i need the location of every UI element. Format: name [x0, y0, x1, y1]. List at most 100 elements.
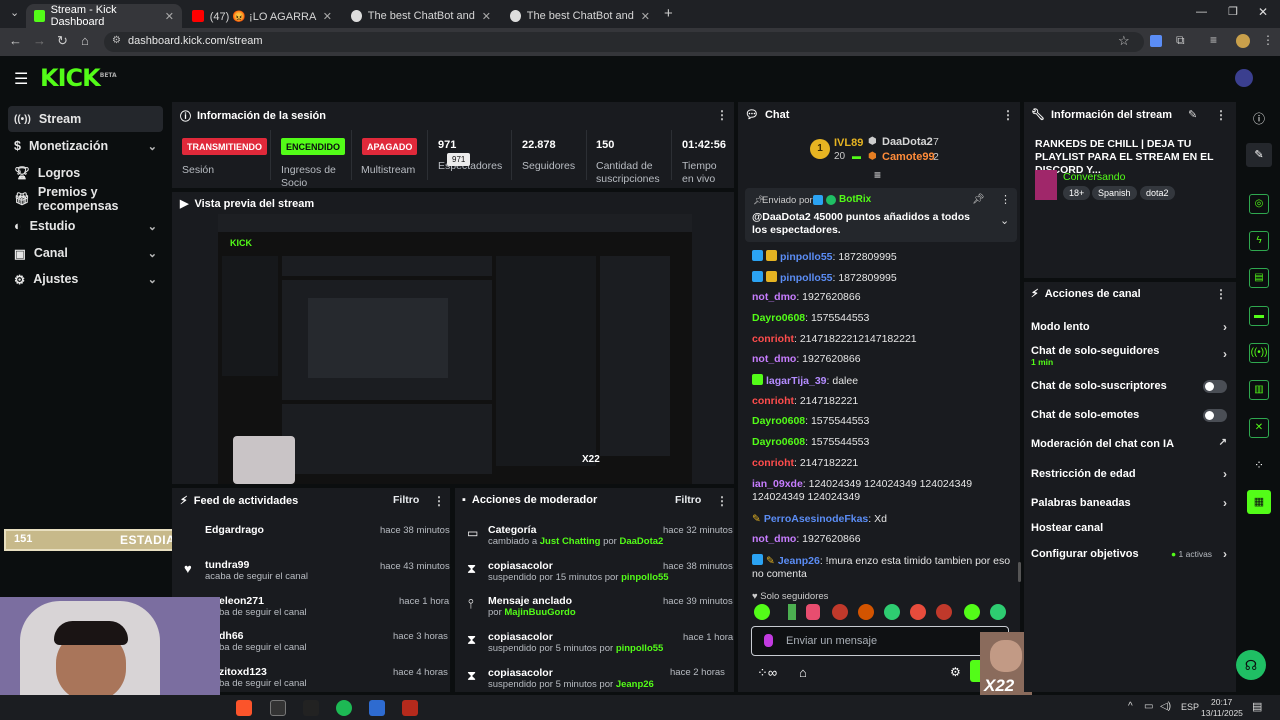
- browser-menu-icon[interactable]: ⋮: [1262, 33, 1274, 47]
- clip-icon[interactable]: ◎: [1249, 194, 1269, 214]
- action-age-restriction[interactable]: Restricción de edad ›: [1031, 467, 1227, 482]
- mod-target[interactable]: copiasacolor: [488, 667, 654, 679]
- kick-logo[interactable]: KICKBETA: [40, 64, 117, 92]
- volume-icon[interactable]: ◁): [1160, 701, 1171, 712]
- tab-chatbot-2[interactable]: The best ChatBot and Widgets ✕: [502, 4, 658, 28]
- emote-icon[interactable]: [936, 604, 952, 620]
- edit-pencil-icon[interactable]: ✎: [1188, 108, 1197, 121]
- back-icon[interactable]: ←: [9, 33, 22, 48]
- document-icon[interactable]: ▤: [1249, 268, 1269, 288]
- chat-username[interactable]: conrioht: [752, 333, 794, 345]
- filter-lines-icon[interactable]: ≡: [874, 168, 881, 182]
- session-menu-icon[interactable]: ⋮: [716, 108, 728, 122]
- tray-chevron-icon[interactable]: ^: [1128, 701, 1133, 712]
- layout-icon[interactable]: ▥: [1249, 380, 1269, 400]
- feed-menu-icon[interactable]: ⋮: [433, 494, 445, 508]
- action-goals[interactable]: Configurar objetivos ● 1 activas ›: [1031, 547, 1227, 562]
- tools-icon[interactable]: ✕: [1249, 418, 1269, 438]
- translate-extension-icon[interactable]: [1150, 35, 1162, 47]
- emotes-only-toggle[interactable]: [1203, 409, 1227, 422]
- microphone-icon[interactable]: [764, 634, 773, 647]
- mod-user-link[interactable]: MajinBuuGordo: [504, 607, 575, 618]
- tab-kick-dashboard[interactable]: Stream - Kick Dashboard ✕: [26, 4, 182, 28]
- sidebar-item-premios[interactable]: 🎁︎ Premios y recompensas: [8, 185, 163, 213]
- leaderboard-user[interactable]: Camote99: [882, 151, 935, 163]
- leaderboard-user[interactable]: DaaDota2: [882, 136, 933, 148]
- maximize-icon[interactable]: ❐: [1228, 5, 1238, 18]
- obs-icon[interactable]: [270, 700, 286, 716]
- feed-filter-button[interactable]: Filtro: [393, 494, 419, 506]
- calculator-icon[interactable]: [369, 700, 385, 716]
- bookmark-star-icon[interactable]: ☆: [1118, 33, 1130, 49]
- tag-chip[interactable]: 18+: [1063, 186, 1091, 200]
- menu-hamburger-icon[interactable]: ☰: [14, 69, 28, 89]
- leaderboard-top-user[interactable]: IVL89: [834, 137, 863, 149]
- chat-username[interactable]: PerroAsesinodeFkas: [764, 513, 868, 525]
- points-icon[interactable]: ⁘∞: [757, 665, 777, 681]
- mod-user-link[interactable]: DaaDota2: [619, 536, 663, 547]
- network-icon[interactable]: ▭: [1144, 701, 1153, 712]
- category-link[interactable]: Just Chatting: [540, 536, 601, 547]
- chat-username[interactable]: Dayro0608: [752, 312, 805, 324]
- lightning-icon[interactable]: ϟ: [1249, 231, 1269, 251]
- clock-date[interactable]: 13/11/2025: [1201, 708, 1243, 718]
- minimize-icon[interactable]: —: [1196, 6, 1207, 18]
- profile-avatar[interactable]: [1236, 34, 1250, 48]
- emote-icon[interactable]: [754, 604, 770, 620]
- emote-icon[interactable]: [832, 604, 848, 620]
- clock-time[interactable]: 20:17: [1211, 697, 1232, 707]
- chat-username[interactable]: not_dmo: [752, 533, 796, 545]
- broadcast-icon[interactable]: ((•)): [1249, 343, 1269, 363]
- tab-search-icon[interactable]: ⌄: [10, 6, 19, 19]
- mod-target[interactable]: copiasacolor: [488, 560, 669, 572]
- sidebar-item-stream[interactable]: ((•)) Stream: [8, 106, 163, 132]
- chat-username[interactable]: not_dmo: [752, 353, 796, 365]
- mod-user-link[interactable]: pinpollo55: [621, 572, 669, 583]
- chat-popout-icon[interactable]: ▬: [1249, 306, 1269, 326]
- close-tab-icon[interactable]: ✕: [323, 10, 332, 23]
- mod-menu-icon[interactable]: ⋮: [716, 494, 728, 508]
- dota-icon[interactable]: [402, 700, 418, 716]
- nodes-icon[interactable]: ⁘: [1254, 458, 1264, 472]
- action-slow-mode[interactable]: Modo lento ›: [1031, 320, 1227, 335]
- tab-youtube[interactable]: (47) 😡 ¡LO AGARRAN DE SANGRE ✕: [184, 4, 340, 28]
- mod-user-link[interactable]: Jeanp26: [616, 679, 654, 690]
- emote-icon[interactable]: [788, 604, 796, 620]
- emote-icon[interactable]: [858, 604, 874, 620]
- spotify-icon[interactable]: [336, 700, 352, 716]
- chevron-down-icon[interactable]: ⌄: [1000, 214, 1009, 227]
- close-tab-icon[interactable]: ✕: [641, 10, 650, 23]
- chat-username[interactable]: pinpollo55: [780, 251, 833, 263]
- mod-target[interactable]: copiasacolor: [488, 631, 663, 643]
- category-thumbnail[interactable]: [1035, 170, 1057, 200]
- action-banned-words[interactable]: Palabras baneadas ›: [1031, 496, 1227, 511]
- chat-username[interactable]: conrioht: [752, 457, 794, 469]
- site-info-icon[interactable]: ⚙: [112, 35, 121, 46]
- close-tab-icon[interactable]: ✕: [165, 10, 174, 23]
- clapper-icon[interactable]: ▦: [1247, 490, 1271, 514]
- forward-icon[interactable]: →: [33, 33, 46, 48]
- edit-layout-icon[interactable]: ✎: [1246, 143, 1272, 167]
- mod-filter-button[interactable]: Filtro: [675, 494, 701, 506]
- info-icon[interactable]: ⓘ: [1253, 110, 1265, 127]
- pinned-menu-icon[interactable]: ⋮: [1000, 193, 1011, 206]
- emote-icon[interactable]: [910, 604, 926, 620]
- action-host-channel[interactable]: Hostear canal: [1031, 522, 1227, 536]
- tab-chatbot-1[interactable]: The best ChatBot and Widgets ✕: [343, 4, 499, 28]
- chat-username[interactable]: not_dmo: [752, 291, 796, 303]
- chat-username[interactable]: Dayro0608: [752, 436, 805, 448]
- chat-username[interactable]: lagarTija_39: [766, 375, 827, 387]
- reload-icon[interactable]: ↻: [57, 33, 68, 49]
- close-tab-icon[interactable]: ✕: [482, 10, 491, 23]
- channel-actions-menu-icon[interactable]: ⋮: [1215, 287, 1227, 301]
- store-icon[interactable]: ⌂: [799, 665, 807, 680]
- emote-icon[interactable]: [884, 604, 900, 620]
- tag-chip[interactable]: Spanish: [1092, 186, 1137, 200]
- sidebar-item-logros[interactable]: 🏆︎ Logros: [8, 160, 163, 186]
- extensions-icon[interactable]: ⧉: [1176, 33, 1185, 48]
- sidebar-item-ajustes[interactable]: ⚙ Ajustes ⌄: [8, 266, 163, 292]
- chat-username[interactable]: Jeanp26: [778, 555, 820, 567]
- pinned-author[interactable]: BotRix: [839, 194, 871, 205]
- category-link[interactable]: Conversando: [1063, 171, 1125, 183]
- media-control-icon[interactable]: ≡: [1210, 33, 1217, 47]
